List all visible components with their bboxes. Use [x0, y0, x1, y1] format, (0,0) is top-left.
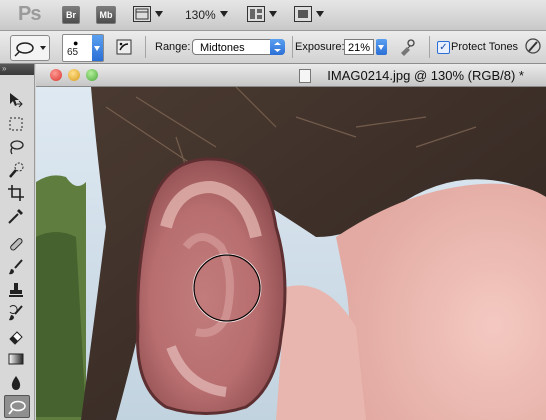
- pressure-icon: [525, 38, 541, 54]
- airbrush-toggle[interactable]: [398, 38, 416, 61]
- lasso-tool[interactable]: [5, 137, 27, 157]
- burn-tool[interactable]: [4, 395, 30, 418]
- document-title: IMAG0214.jpg @ 130% (RGB/8) *: [327, 68, 524, 83]
- eraser-tool[interactable]: [5, 326, 27, 346]
- quick-selection-tool[interactable]: [5, 160, 27, 180]
- document-window: IMAG0214.jpg @ 130% (RGB/8) *: [36, 64, 546, 420]
- chevron-down-icon[interactable]: [155, 11, 163, 17]
- paintbrush-icon: [9, 259, 23, 275]
- divider: [145, 36, 146, 58]
- arrange-documents-icon[interactable]: [247, 6, 265, 22]
- select-arrows-icon[interactable]: [270, 39, 285, 55]
- eyedropper-icon: [8, 209, 23, 224]
- move-tool[interactable]: [5, 90, 27, 110]
- lasso-icon: [10, 140, 24, 155]
- document-titlebar[interactable]: IMAG0214.jpg @ 130% (RGB/8) *: [36, 64, 546, 87]
- bandage-icon: [10, 238, 23, 251]
- eraser-icon: [9, 331, 23, 345]
- burn-tool-icon: [8, 400, 26, 415]
- view-extras-icon[interactable]: [133, 6, 151, 22]
- divider: [292, 36, 293, 58]
- bridge-button[interactable]: Br: [62, 6, 80, 24]
- tools-panel: »: [0, 64, 35, 420]
- expand-panel-icon[interactable]: »: [2, 64, 6, 73]
- image-canvas[interactable]: [36, 87, 546, 420]
- protect-tones-checkbox[interactable]: ✓: [437, 41, 450, 54]
- range-label: Range:: [155, 41, 191, 53]
- divider: [429, 36, 430, 58]
- drop-icon: [11, 376, 21, 390]
- protect-tones-label: Protect Tones: [451, 41, 519, 53]
- brush-tool[interactable]: [5, 257, 27, 277]
- options-bar: ● 65 Range: Midtones Exposure: 21% ✓ Pro…: [0, 31, 546, 64]
- screen-mode-icon[interactable]: [294, 6, 312, 22]
- exposure-label: Exposure:: [295, 41, 345, 53]
- chevron-down-icon[interactable]: [269, 11, 277, 17]
- brush-size: 65: [67, 47, 79, 58]
- brush-panel-toggle[interactable]: [116, 39, 132, 60]
- gradient-tool[interactable]: [5, 349, 27, 369]
- pressure-toggle[interactable]: [524, 37, 542, 62]
- history-brush-icon: [9, 305, 23, 321]
- brush-preset-picker[interactable]: ● 65: [62, 34, 104, 62]
- stamp-icon: [9, 283, 23, 297]
- brush-panel-icon: [116, 39, 132, 55]
- marquee-tool[interactable]: [5, 114, 27, 134]
- tool-preset-picker[interactable]: [10, 35, 50, 61]
- crop-tool[interactable]: [5, 183, 27, 203]
- move-icon: [10, 93, 23, 108]
- range-value: Midtones: [200, 42, 245, 54]
- history-brush-tool[interactable]: [5, 303, 27, 323]
- photo-ear: [36, 87, 546, 420]
- zoom-level[interactable]: 130%: [185, 8, 216, 22]
- crop-icon: [8, 185, 24, 201]
- photoshop-logo: Ps: [18, 3, 41, 25]
- burn-tool-icon: [14, 42, 46, 57]
- quick-selection-icon: [9, 162, 24, 178]
- brush-dropdown-button[interactable]: [92, 35, 103, 61]
- healing-brush-tool[interactable]: [5, 234, 27, 254]
- tools-panel-header[interactable]: »: [0, 64, 34, 75]
- airbrush-icon: [401, 39, 415, 56]
- exposure-slider-button[interactable]: [376, 39, 387, 55]
- blur-tool[interactable]: [5, 373, 27, 393]
- mini-bridge-button[interactable]: Mb: [96, 6, 116, 24]
- eyedropper-tool[interactable]: [5, 206, 27, 226]
- exposure-field[interactable]: 21%: [344, 39, 374, 55]
- chevron-down-icon[interactable]: [220, 11, 228, 17]
- chevron-down-icon[interactable]: [316, 11, 324, 17]
- range-select[interactable]: Midtones: [192, 39, 285, 55]
- application-bar: Ps Br Mb 130%: [0, 0, 546, 31]
- marquee-icon: [9, 117, 23, 131]
- clone-stamp-tool[interactable]: [5, 280, 27, 300]
- gradient-icon: [8, 353, 24, 365]
